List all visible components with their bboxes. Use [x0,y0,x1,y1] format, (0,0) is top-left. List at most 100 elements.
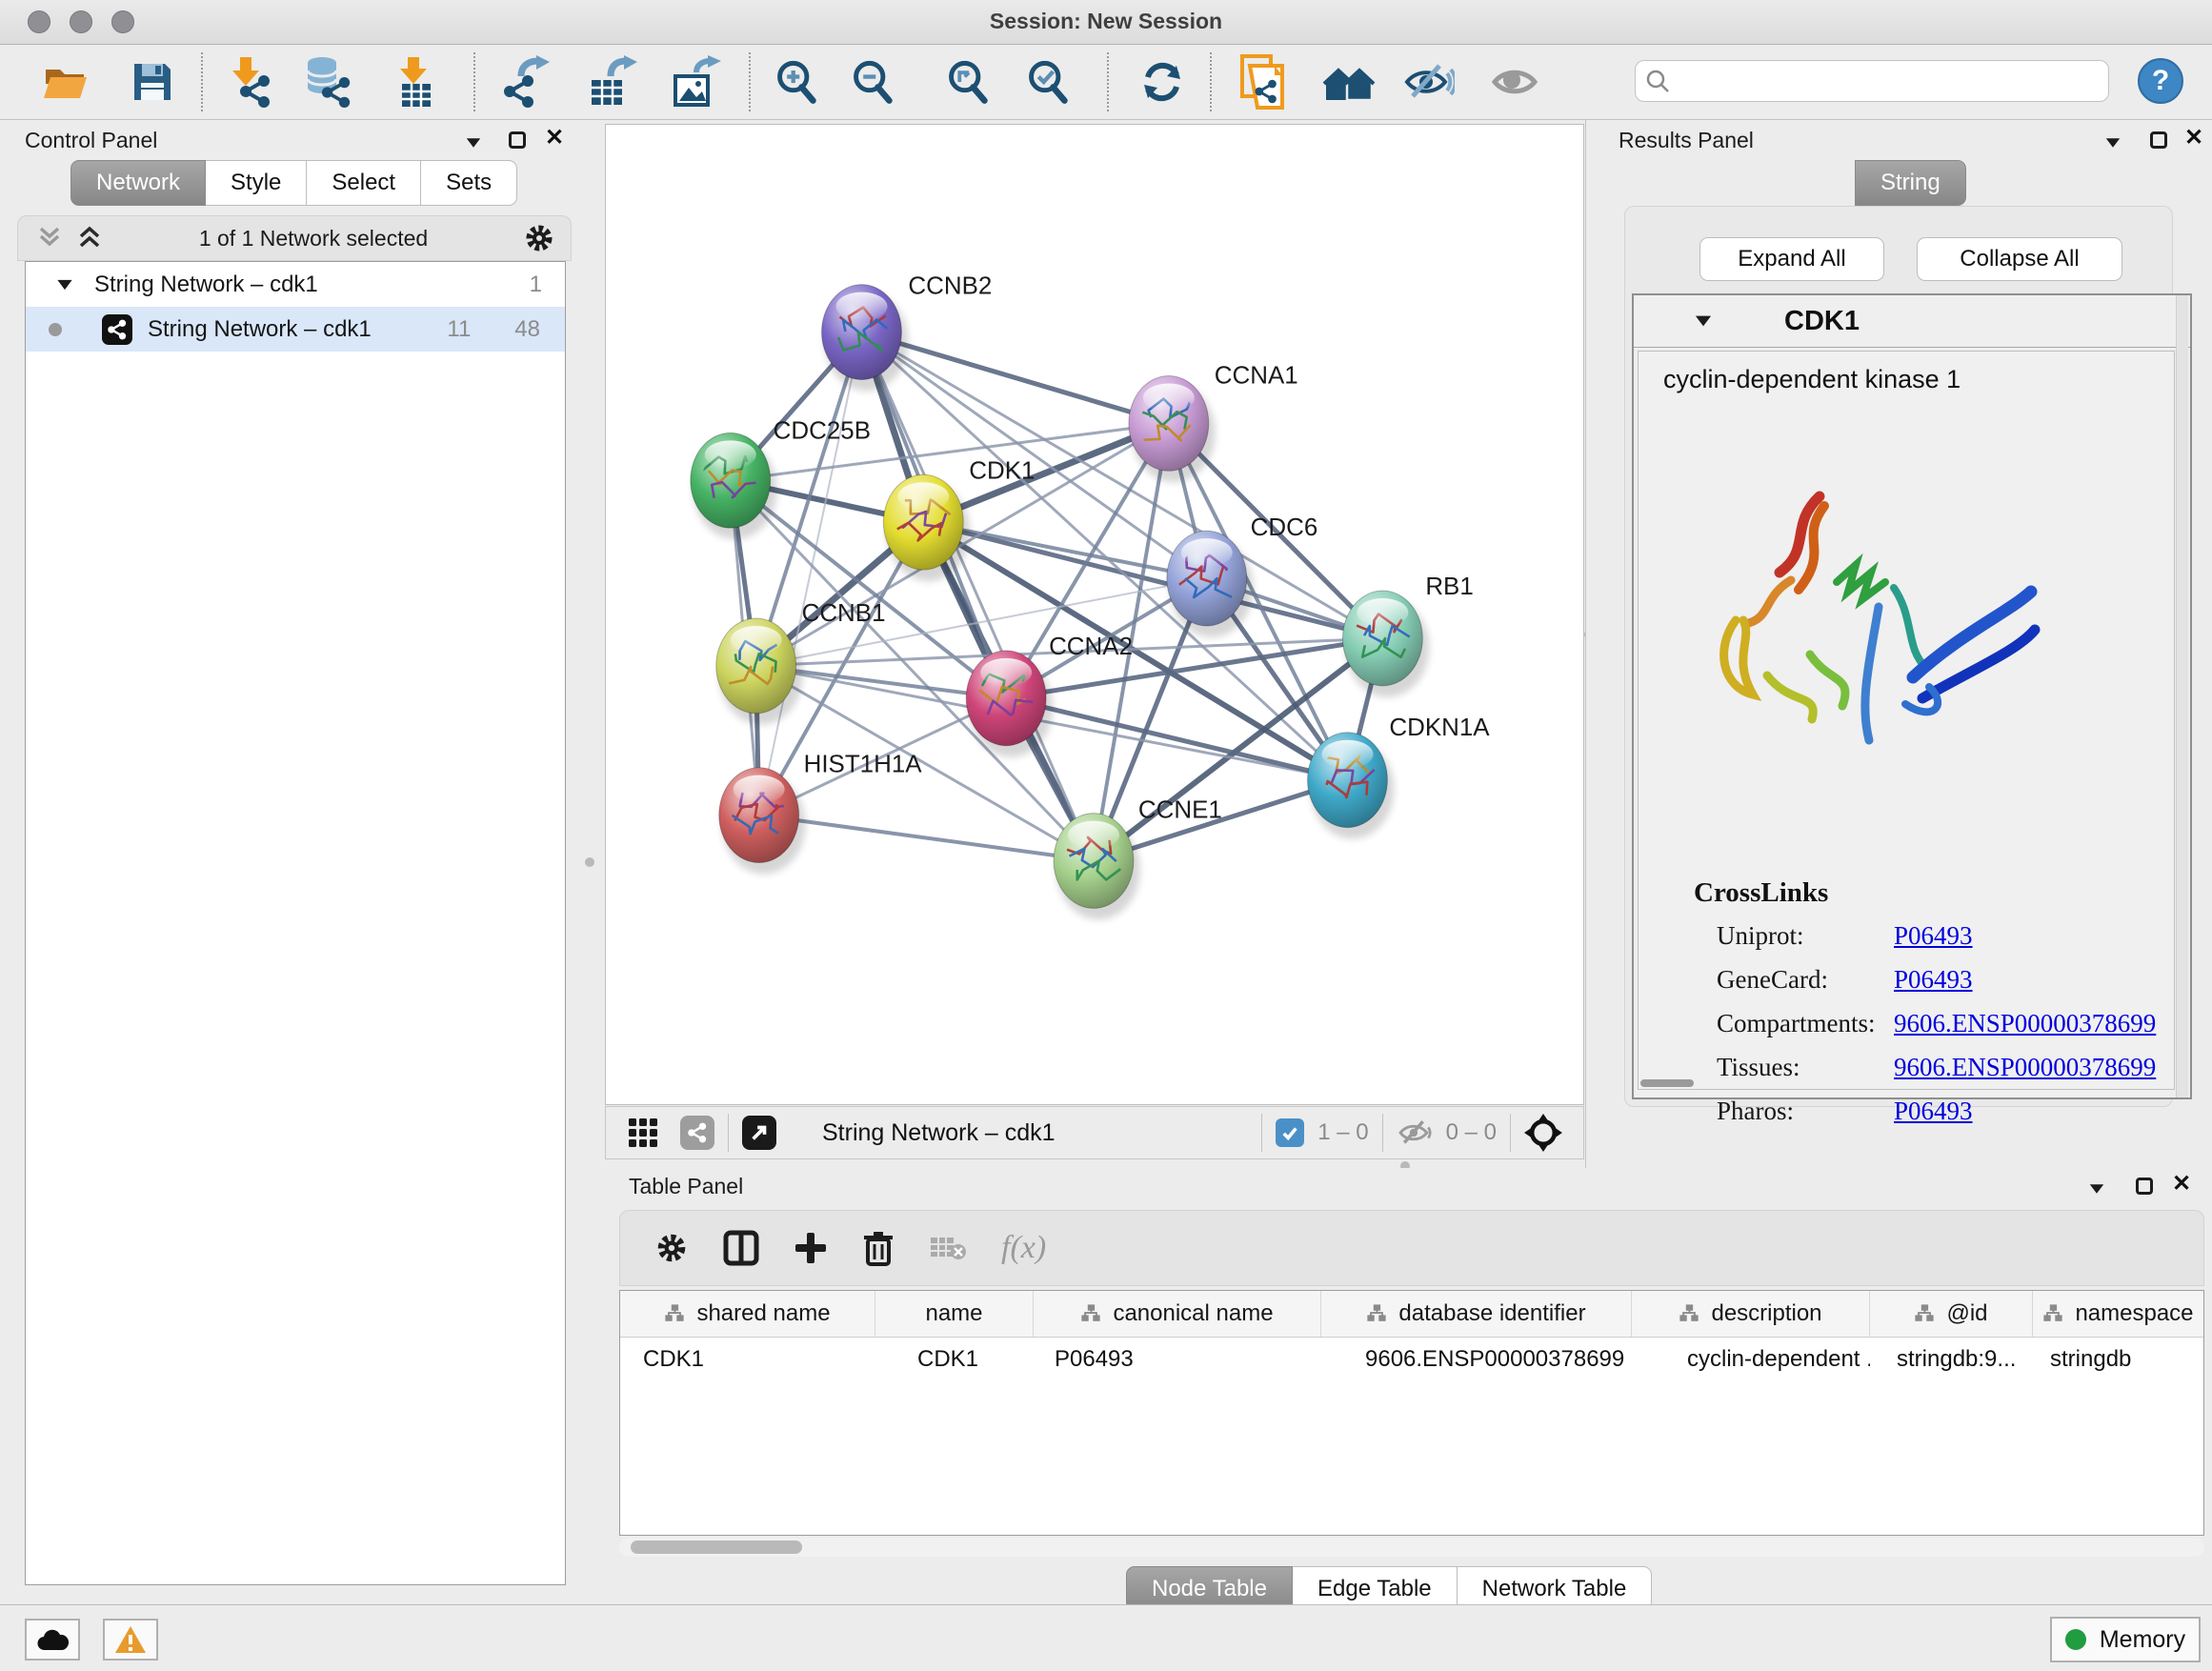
selection-status: 1 of 1 Network selected [104,226,523,252]
tab-string[interactable]: String [1855,160,1966,206]
network-canvas[interactable]: CCNB2CCNA1CDC25BCDK1CDC6RB1CCNB1CCNA2CDK… [605,124,1584,1105]
table-panel: Table Panel ✕ f(x) shared name name cano… [610,1168,2212,1604]
panel-menu-icon[interactable] [2088,1183,2105,1195]
collapse-all-button[interactable]: Collapse All [1917,237,2122,281]
float-panel-icon[interactable] [2150,131,2167,149]
delete-table-icon [929,1234,967,1262]
node-card-header[interactable]: CDK1 [1634,295,2190,348]
expand-all-networks-icon[interactable] [75,225,104,252]
zoom-fit-icon[interactable] [939,52,996,111]
network-row[interactable]: String Network – cdk1 11 48 [26,307,565,352]
memory-button[interactable]: Memory [2050,1617,2201,1662]
table-hscroll-thumb[interactable] [631,1540,802,1554]
create-column-icon[interactable] [794,1231,828,1265]
detach-view-icon[interactable] [742,1116,776,1150]
first-neighbors-icon[interactable] [1320,52,1377,111]
save-session-icon[interactable] [124,52,181,111]
column-header[interactable]: shared name [620,1291,875,1337]
import-network-database-icon[interactable] [299,52,356,111]
float-panel-icon[interactable] [509,131,526,149]
panel-menu-icon[interactable] [2104,137,2122,149]
crosslink-genecard-link[interactable]: P06493 [1894,965,1973,995]
zoom-in-icon[interactable] [768,52,825,111]
cell-canonical-name[interactable]: P06493 [1034,1338,1321,1381]
crosslinks-heading: CrossLinks [1694,877,1828,909]
search-input[interactable] [1678,68,2099,94]
column-header[interactable]: name [875,1291,1034,1337]
node-description: cyclin-dependent kinase 1 [1663,365,1961,394]
show-columns-icon[interactable] [723,1230,759,1266]
grid-view-icon[interactable] [627,1117,659,1149]
close-panel-icon[interactable]: ✕ [545,128,564,149]
protein-structure-image [1677,437,2067,771]
table-hscrollbar[interactable] [619,1538,2204,1557]
expand-all-button[interactable]: Expand All [1699,237,1884,281]
collection-expander-icon[interactable] [57,279,71,289]
close-panel-icon[interactable]: ✕ [2172,1174,2191,1195]
card-hscroll-thumb[interactable] [1640,1079,1694,1087]
panel-menu-icon[interactable] [465,137,482,149]
network-collection-row[interactable]: String Network – cdk1 1 [26,262,565,307]
selected-checkbox-icon[interactable] [1276,1118,1304,1147]
zoom-out-icon[interactable] [844,52,901,111]
crosslink-compartments-link[interactable]: 9606.ENSP00000378699 [1894,1009,2156,1038]
toolbar-separator [749,52,751,111]
tab-sets[interactable]: Sets [421,160,517,206]
column-header[interactable]: @id [1870,1291,2033,1337]
network-icon [102,314,132,345]
crosslink-label: Tissues: [1717,1053,1800,1082]
network-tree: String Network – cdk1 1 String Network –… [25,261,566,1585]
close-panel-icon[interactable]: ✕ [2184,128,2203,149]
warnings-button[interactable] [103,1619,158,1661]
cell-description[interactable]: cyclin-dependent ... [1632,1338,1870,1381]
toolbar-separator [1210,52,1212,111]
float-panel-icon[interactable] [2136,1178,2153,1195]
control-panel-tabs: Network Style Select Sets [70,160,517,206]
tab-style[interactable]: Style [206,160,307,206]
node-table: shared name name canonical name database… [619,1290,2204,1536]
tab-select[interactable]: Select [307,160,421,206]
cell-name[interactable]: CDK1 [875,1338,1034,1381]
import-network-file-icon[interactable] [219,52,276,111]
cell-shared-name[interactable]: CDK1 [620,1338,875,1381]
network-options-gear-icon[interactable] [523,222,555,254]
column-header[interactable]: description [1632,1291,1870,1337]
clone-network-icon[interactable] [1233,52,1290,111]
export-network-icon[interactable] [497,52,554,111]
netbar-separator [1261,1114,1262,1152]
network-view-icon[interactable] [680,1116,714,1150]
open-session-icon[interactable] [37,52,94,111]
export-table-icon[interactable] [585,52,642,111]
column-header[interactable]: canonical name [1034,1291,1321,1337]
table-options-gear-icon[interactable] [654,1231,689,1265]
crosslink-pharos-link[interactable]: P06493 [1894,1097,1973,1126]
vertical-splitter-handle[interactable] [585,857,594,867]
show-all-icon[interactable] [1486,52,1543,111]
zoom-selected-icon[interactable] [1019,52,1076,111]
results-panel-tabs: String [1855,160,1966,206]
tab-network[interactable]: Network [70,160,206,206]
card-vscroll-track[interactable] [2176,295,2188,1097]
crosslink-tissues-link[interactable]: 9606.ENSP00000378699 [1894,1053,2156,1082]
collapse-all-networks-icon[interactable] [35,225,64,252]
column-header[interactable]: namespace [2033,1291,2203,1337]
card-expander-icon[interactable] [1696,316,1711,327]
network-node-label: CDKN1A [1389,715,1490,741]
delete-column-icon[interactable] [862,1230,895,1266]
refresh-icon[interactable] [1134,52,1191,111]
hide-selected-icon[interactable] [1400,52,1458,111]
import-table-file-icon[interactable] [387,52,444,111]
export-image-icon[interactable] [669,52,726,111]
cell-database-identifier[interactable]: 9606.ENSP00000378699 [1321,1338,1632,1381]
cloud-button[interactable] [25,1619,80,1661]
cell-id[interactable]: stringdb:9... [1870,1338,2033,1381]
column-header[interactable]: database identifier [1321,1291,1632,1337]
crosslink-uniprot-link[interactable]: P06493 [1894,921,1973,951]
cell-namespace[interactable]: stringdb [2033,1338,2203,1381]
birds-eye-view-icon[interactable] [1524,1114,1562,1152]
table-row[interactable]: CDK1 CDK1 P06493 9606.ENSP00000378699 cy… [620,1338,2203,1381]
help-button[interactable]: ? [2138,58,2183,104]
search-box[interactable] [1635,60,2109,102]
network-graph[interactable]: CCNB2CCNA1CDC25BCDK1CDC6RB1CCNB1CCNA2CDK… [606,125,1583,1104]
cloud-icon [35,1627,70,1652]
